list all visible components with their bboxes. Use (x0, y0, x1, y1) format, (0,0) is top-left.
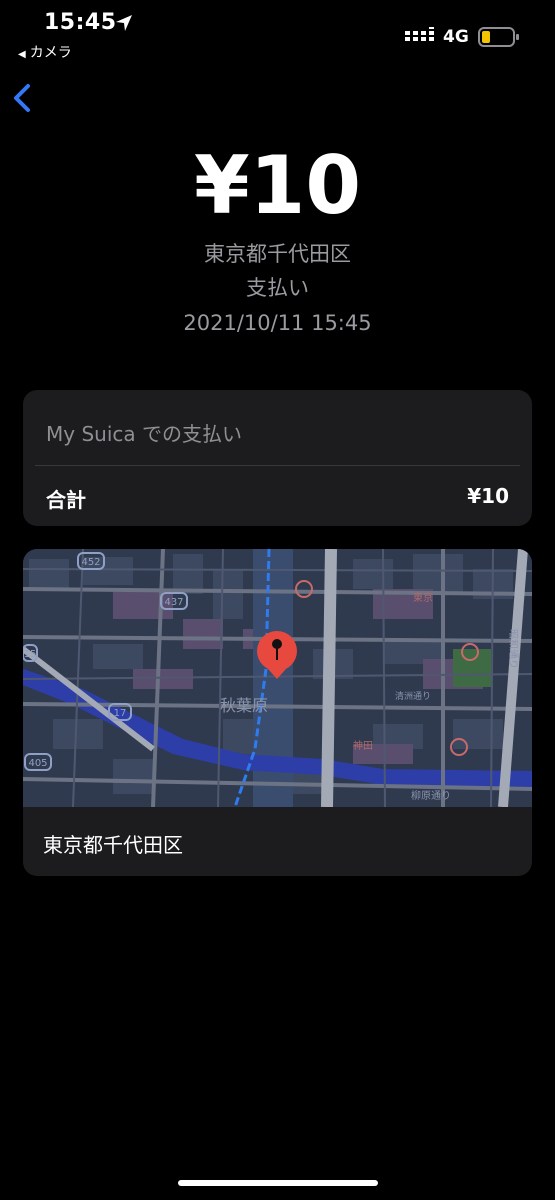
location-map-card[interactable]: 452 437 17 15 405 秋葉原 柳原通り 昭和通り 清洲通り 東京 … (23, 549, 532, 876)
transaction-datetime: 2021/10/11 15:45 (183, 311, 372, 335)
status-time: 15:45 (44, 10, 117, 35)
back-app-label: カメラ (29, 45, 72, 61)
total-label: 合計 (46, 488, 86, 512)
transaction-amount: ¥10 (194, 139, 361, 232)
map-place-label: 東京都千代田区 (43, 833, 183, 857)
street-label-3: 清洲通り (395, 690, 431, 702)
map-view[interactable]: 452 437 17 15 405 秋葉原 柳原通り 昭和通り 清洲通り 東京 … (23, 549, 532, 807)
summary-divider (35, 465, 520, 466)
back-triangle-icon: ◀ (18, 49, 26, 60)
merchant-name: 東京都千代田区 (204, 242, 351, 266)
battery-icon (478, 27, 519, 47)
route-15-label: 15 (24, 649, 37, 660)
street-label-1: 柳原通り (411, 789, 451, 802)
payment-summary-card: My Suica での支払い 合計 ¥10 (23, 390, 532, 526)
route-405-label: 405 (28, 758, 47, 769)
station-label: 秋葉原 (220, 696, 268, 715)
route-437-label: 437 (164, 597, 183, 608)
area-label-2: 神田 (353, 739, 373, 752)
area-label-1: 東京 (413, 591, 433, 604)
transaction-type: 支払い (246, 276, 309, 300)
route-17-label: 17 (114, 708, 127, 719)
chevron-left-icon[interactable] (10, 82, 36, 114)
cellular-signal-icon (405, 27, 434, 41)
street-label-2: 昭和通り (507, 629, 519, 669)
total-value: ¥10 (467, 484, 509, 508)
home-indicator[interactable] (178, 1180, 378, 1186)
route-452-label: 452 (81, 557, 100, 568)
location-arrow-icon (116, 15, 132, 31)
network-type: 4G (443, 27, 469, 47)
payment-method-title: My Suica での支払い (46, 422, 242, 446)
back-to-app-link[interactable]: ◀ カメラ (18, 42, 72, 62)
